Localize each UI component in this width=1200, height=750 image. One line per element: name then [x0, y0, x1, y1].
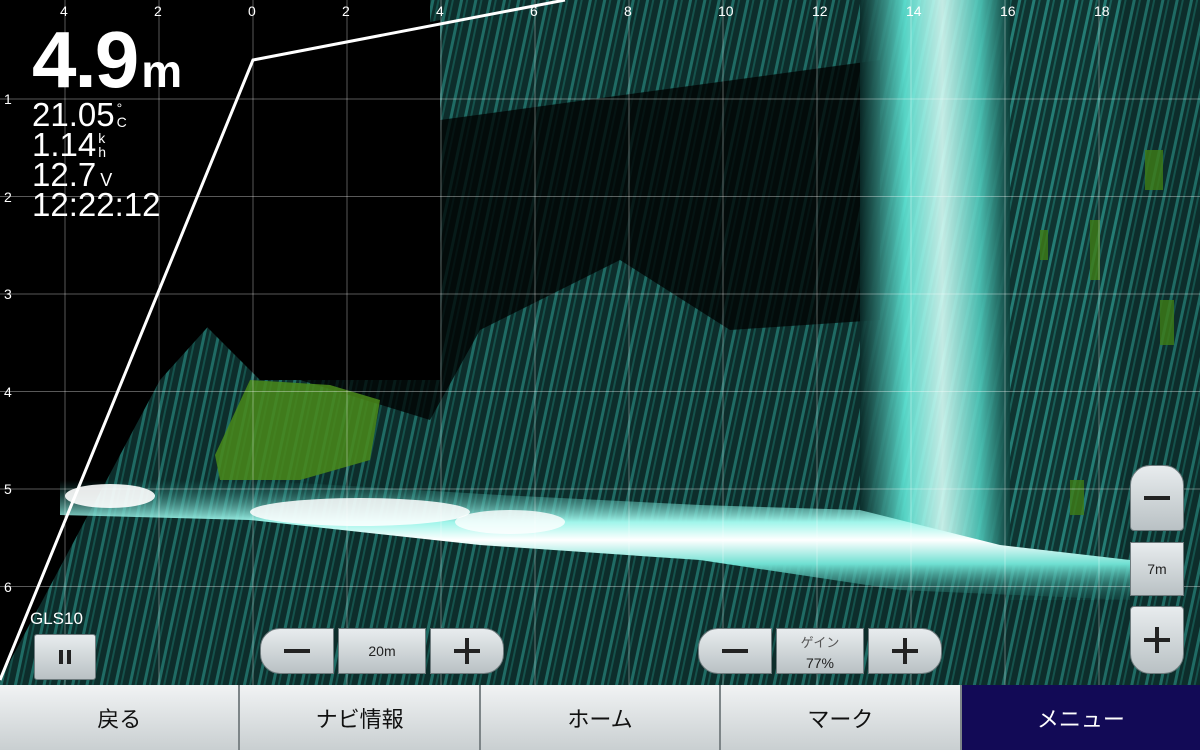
top-scale-label: 6	[530, 3, 538, 19]
nav-menu-button[interactable]: メニュー	[961, 685, 1200, 750]
top-scale-label: 4	[436, 3, 444, 19]
nav-mark-button[interactable]: マーク	[721, 685, 962, 750]
wall-echo	[860, 0, 1010, 560]
top-scale-label: 2	[342, 3, 350, 19]
left-scale-label: 4	[4, 383, 12, 400]
wall-echo-right	[1010, 0, 1120, 600]
range-value-display[interactable]: 20m	[338, 628, 426, 674]
top-scale-label: 12	[812, 3, 828, 19]
plus-icon	[892, 638, 918, 664]
range-plus-button[interactable]	[430, 628, 504, 674]
top-scale-label: 18	[1094, 3, 1110, 19]
top-scale-label: 14	[906, 3, 922, 19]
nav-back-button[interactable]: 戻る	[0, 685, 241, 750]
plus-icon	[1144, 627, 1170, 653]
depth-zoom-value: 7m	[1147, 561, 1167, 577]
plus-icon	[454, 638, 480, 664]
range-value: 20m	[368, 643, 396, 659]
top-scale-label: 2	[154, 3, 162, 19]
sonar-view[interactable]	[0, 0, 1200, 685]
nav-home-button[interactable]: ホーム	[480, 685, 722, 750]
pause-button[interactable]	[34, 634, 96, 680]
depth-readout: 4.9m	[32, 20, 182, 100]
gain-value: 77%	[805, 654, 835, 671]
left-scale-label: 6	[4, 578, 12, 595]
minus-icon	[1144, 496, 1170, 500]
range-minus-button[interactable]	[260, 628, 334, 674]
time-readout: 12:22:12	[32, 186, 161, 223]
depth-zoom-plus-button[interactable]	[1130, 606, 1184, 674]
bottom-nav-bar: 戻る ナビ情報 ホーム マーク メニュー	[0, 685, 1200, 750]
depth-zoom-value-display[interactable]: 7m	[1130, 542, 1184, 596]
transducer-label: GLS10	[30, 609, 83, 628]
top-scale-label: 16	[1000, 3, 1016, 19]
left-scale-label: 1	[4, 91, 12, 107]
depth-unit: m	[141, 45, 182, 97]
left-scale-label: 3	[4, 286, 12, 302]
top-scale-label: 10	[718, 3, 734, 19]
left-scale-label: 2	[4, 188, 12, 205]
minus-icon	[722, 649, 748, 653]
gain-minus-button[interactable]	[698, 628, 772, 674]
minus-icon	[284, 649, 310, 653]
depth-value: 4.9	[32, 15, 139, 104]
bottom-hotspot-3	[455, 510, 565, 534]
gain-value-display[interactable]: ゲイン 77%	[776, 628, 864, 674]
gain-label: ゲイン	[800, 634, 840, 650]
depth-zoom-minus-button[interactable]	[1130, 465, 1184, 531]
pause-icon	[59, 650, 71, 664]
top-scale-label: 8	[624, 3, 632, 19]
nav-info-button[interactable]: ナビ情報	[240, 685, 481, 750]
temperature-unit-top: °	[116, 100, 123, 116]
left-scale-label: 5	[4, 481, 12, 497]
gain-plus-button[interactable]	[868, 628, 942, 674]
temperature-unit-bottom: C	[116, 114, 127, 130]
speed-unit-bottom: h	[98, 144, 107, 160]
speed-unit-top: k	[98, 130, 106, 146]
bottom-hotspot-2	[250, 498, 470, 526]
top-scale-label: 0	[248, 3, 256, 19]
